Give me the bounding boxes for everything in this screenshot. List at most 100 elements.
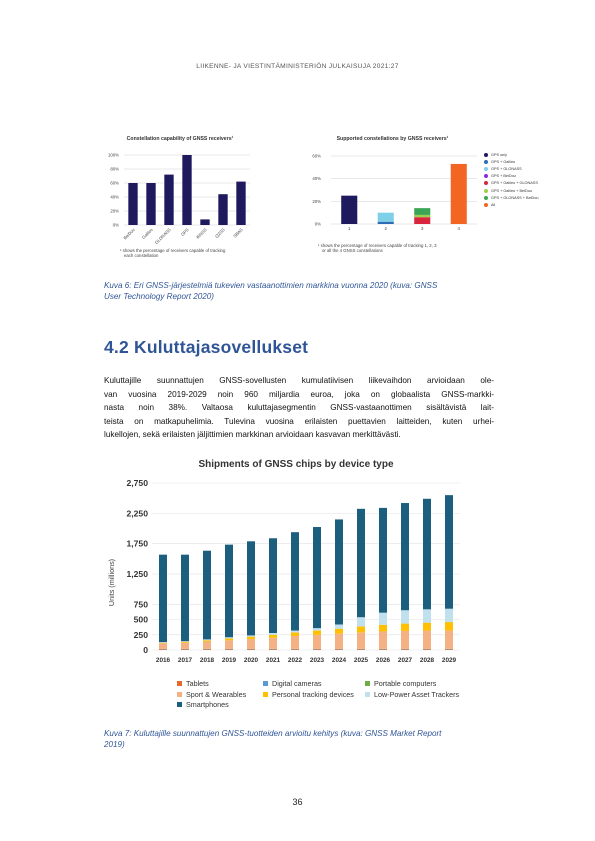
bar-segment xyxy=(423,498,431,610)
paragraph-line: Kuluttajille suunnattujen GNSS-sovellust… xyxy=(104,376,494,385)
bar-segment xyxy=(414,214,431,218)
legend-item: GPS only xyxy=(484,151,538,158)
bar-glonass xyxy=(164,174,174,225)
bar-segment xyxy=(203,639,211,641)
legend-swatch xyxy=(484,159,488,164)
bar-segment xyxy=(247,636,255,640)
legend-swatch xyxy=(484,152,488,157)
legend-item: GPS + BeiDou xyxy=(484,173,538,180)
bar-segment xyxy=(423,622,431,631)
bar-segment xyxy=(313,649,321,650)
legend-swatch xyxy=(177,702,182,707)
bar-galileo xyxy=(146,183,156,225)
y-tick-label: 250 xyxy=(134,630,149,640)
bar-segment xyxy=(225,638,233,641)
bar-segment xyxy=(181,641,189,643)
bar-segment xyxy=(377,212,394,222)
legend-label: All xyxy=(491,202,496,207)
bar-segment xyxy=(291,630,299,633)
caption-line: Kuva 6: Eri GNSS-järjestelmiä tukevien v… xyxy=(104,281,438,290)
legend-label: GPS + Galileo xyxy=(491,159,516,164)
legend-swatch xyxy=(177,681,182,686)
shipments-chart-title: Shipments of GNSS chips by device type xyxy=(198,459,394,470)
bar-segment xyxy=(423,630,431,649)
x-tick-label: 2022 xyxy=(288,657,303,664)
bar-segment xyxy=(203,550,211,640)
y-tick-label: 0% xyxy=(113,223,119,228)
bar-segment xyxy=(225,640,233,649)
bar-segment xyxy=(335,628,343,634)
legend-swatch xyxy=(365,681,370,686)
caption-line: 2019) xyxy=(104,740,125,749)
legend-label: Sport & Wearables xyxy=(186,689,247,699)
legend-label: GPS + GLONASS + BeiDou xyxy=(491,195,539,200)
legend-swatch xyxy=(263,691,268,697)
x-tick-label: 2016 xyxy=(156,657,171,664)
bar-segment xyxy=(313,527,321,629)
bar-segment xyxy=(225,544,233,638)
x-tick-label: 2018 xyxy=(200,657,215,664)
x-tick-label: 2019 xyxy=(222,657,237,664)
bar-segment xyxy=(445,649,453,650)
x-tick-label: GPS xyxy=(180,227,190,237)
running-header: LIIKENNE- JA VIESTINTÄMINISTERIÖN JULKAI… xyxy=(196,63,399,70)
y-tick-label: 60% xyxy=(110,181,119,186)
legend-label: Portable computers xyxy=(374,679,437,688)
legend-item: GPS + Galileo + GLONASS xyxy=(484,180,538,187)
bar-segment xyxy=(247,639,255,649)
bar-segment xyxy=(450,163,467,224)
x-tick-label: 2029 xyxy=(442,657,457,664)
bar-segment xyxy=(401,623,409,631)
y-tick-label: 40% xyxy=(312,176,321,181)
legend-label: GPS + GLONASS xyxy=(491,166,522,171)
legend-swatch xyxy=(484,195,488,200)
x-tick-label: 2025 xyxy=(354,657,369,664)
legend-label: Smartphones xyxy=(186,700,229,709)
paragraph-line: nasta noin 38%. Valtaosa kuluttajasegmen… xyxy=(104,403,494,413)
y-axis-label: Units (millions) xyxy=(107,559,116,606)
bar-segment xyxy=(445,495,453,609)
bar-segment xyxy=(269,632,277,635)
right-chart-legend: GPS only GPS + Galileo GPS + GLONASS GPS + … xyxy=(484,151,538,209)
bar-segment xyxy=(159,643,167,649)
x-tick-label: BeiDou xyxy=(122,227,136,241)
bar-segment xyxy=(423,649,431,650)
bar-segment xyxy=(335,624,343,629)
right-footnote-line: or all the 4 GNSS constellations xyxy=(322,248,383,254)
y-tick-label: 20% xyxy=(110,209,119,214)
legend-item: All xyxy=(484,201,538,208)
legend-item: Digital cameras xyxy=(263,679,322,688)
bar-segment xyxy=(335,649,343,650)
legend-swatch xyxy=(484,188,488,193)
figure7-caption: Kuva 7: Kuluttajille suunnattujen GNSS-t… xyxy=(104,728,504,750)
bar-segment xyxy=(377,221,394,224)
y-tick-label: 40% xyxy=(110,195,119,200)
legend-swatch xyxy=(484,166,488,171)
x-tick-label: Galileo xyxy=(141,227,154,240)
bar-segment xyxy=(159,642,167,643)
x-tick-label: GLONASS xyxy=(154,227,172,245)
bar-qzss xyxy=(218,194,228,225)
left-chart-footnote: ¹ shows the percentage of receivers capa… xyxy=(120,248,225,259)
bar-segment xyxy=(401,503,409,611)
legend-swatch xyxy=(484,174,488,179)
y-tick-label: 2,750 xyxy=(126,478,148,488)
y-tick-label: 500 xyxy=(134,615,149,625)
bar-segment xyxy=(335,633,343,649)
bar-segment xyxy=(225,637,233,639)
bar-segment xyxy=(269,538,277,633)
x-tick-label: 3 xyxy=(421,226,424,231)
legend-item: Tablets xyxy=(177,679,209,688)
legend-swatch xyxy=(365,691,370,697)
bar-segment xyxy=(313,630,321,635)
bar-segment xyxy=(269,634,277,638)
x-tick-label: IRNSS xyxy=(195,227,208,240)
body-paragraph: Kuluttajille suunnattujen GNSS-sovellust… xyxy=(104,374,494,442)
bar-segment xyxy=(269,649,277,650)
bar-segment xyxy=(401,649,409,650)
legend-item: Smartphones xyxy=(177,700,229,709)
legend-item: Personal tracking devices xyxy=(263,690,354,699)
bar-segment xyxy=(247,541,255,636)
legend-item: Portable computers xyxy=(365,679,436,688)
y-tick-label: 1,250 xyxy=(126,569,148,579)
